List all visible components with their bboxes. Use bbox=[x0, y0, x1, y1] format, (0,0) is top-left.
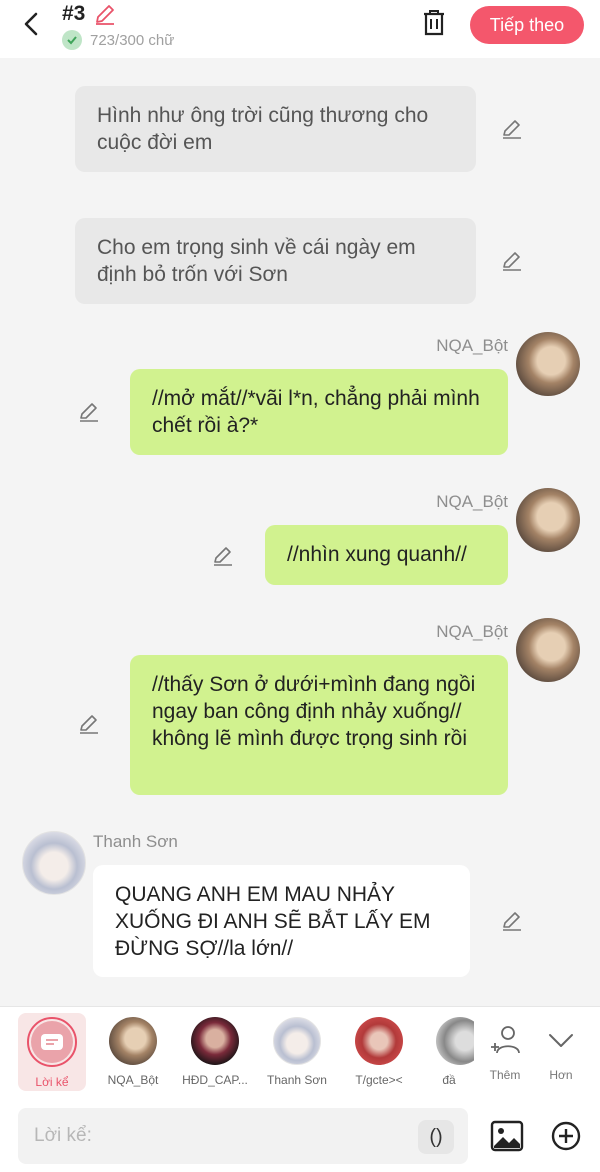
add-character-button[interactable]: Thêm bbox=[482, 1023, 528, 1082]
avatar bbox=[109, 1017, 157, 1065]
avatar bbox=[355, 1017, 403, 1065]
trash-icon[interactable] bbox=[420, 8, 448, 38]
narration-icon bbox=[31, 1021, 73, 1063]
chevron-down-icon bbox=[549, 1034, 573, 1047]
message-input[interactable] bbox=[18, 1108, 468, 1164]
chat-area: Hình như ông trời cũng thương cho cuộc đ… bbox=[0, 58, 600, 1006]
back-arrow-icon[interactable] bbox=[18, 10, 46, 38]
avatar bbox=[516, 332, 580, 396]
character-label: NQA_Bột bbox=[107, 1073, 159, 1087]
word-count: 723/300 chữ bbox=[90, 31, 175, 49]
narration-bubble[interactable]: Hình như ông trời cũng thương cho cuộc đ… bbox=[75, 86, 476, 172]
character-narration[interactable]: Lời kể bbox=[18, 1013, 86, 1091]
own-message-bubble[interactable]: //mở mắt//*vãi l*n, chẳng phải mình chết… bbox=[130, 369, 508, 455]
add-person-icon bbox=[491, 1026, 520, 1054]
plus-circle-icon[interactable] bbox=[550, 1120, 582, 1152]
avatar bbox=[273, 1017, 321, 1065]
own-message-bubble[interactable]: //thấy Sơn ở dưới+mình đang ngồi ngay ba… bbox=[130, 655, 508, 795]
avatar bbox=[436, 1017, 474, 1065]
avatar bbox=[191, 1017, 239, 1065]
character-item[interactable]: Thanh Sơn bbox=[260, 1013, 334, 1087]
character-label: HĐD_CAP... bbox=[182, 1073, 248, 1087]
edit-message-icon[interactable] bbox=[500, 909, 524, 933]
character-item[interactable]: HĐD_CAP... bbox=[178, 1013, 252, 1087]
image-icon[interactable] bbox=[490, 1120, 524, 1152]
character-bar: Lời kể NQA_Bột HĐD_CAP... Thanh Sơn T/gc… bbox=[0, 1006, 600, 1098]
avatar bbox=[516, 488, 580, 552]
character-label: T/gcte>< bbox=[355, 1073, 403, 1087]
sender-name: NQA_Bột bbox=[436, 336, 508, 355]
more-label: Hơn bbox=[549, 1068, 573, 1082]
character-item[interactable]: đầ bbox=[424, 1013, 474, 1087]
word-count-row: 723/300 chữ bbox=[62, 30, 174, 50]
narration-bubble[interactable]: Cho em trọng sinh về cái ngày em định bỏ… bbox=[75, 218, 476, 304]
edit-message-icon[interactable] bbox=[500, 249, 524, 273]
other-message-bubble[interactable]: QUANG ANH EM MAU NHẢY XUỐNG ĐI ANH SẼ BẮ… bbox=[93, 865, 470, 977]
character-item[interactable]: T/gcte>< bbox=[342, 1013, 416, 1087]
top-bar: #3 723/300 chữ Tiếp theo bbox=[0, 0, 600, 58]
input-bar: () bbox=[0, 1098, 600, 1172]
sender-name: Thanh Sơn bbox=[93, 832, 178, 851]
edit-message-icon[interactable] bbox=[211, 544, 235, 568]
action-paren-button[interactable]: () bbox=[418, 1120, 454, 1154]
character-label: Thanh Sơn bbox=[267, 1073, 327, 1087]
add-character-label: Thêm bbox=[489, 1068, 521, 1082]
next-button[interactable]: Tiếp theo bbox=[470, 6, 584, 44]
chapter-number: #3 bbox=[62, 2, 86, 25]
sender-name: NQA_Bột bbox=[436, 492, 508, 511]
edit-message-icon[interactable] bbox=[77, 400, 101, 424]
edit-message-icon[interactable] bbox=[500, 117, 524, 141]
more-button[interactable]: Hơn bbox=[538, 1023, 584, 1082]
avatar bbox=[22, 831, 86, 895]
avatar bbox=[516, 618, 580, 682]
edit-message-icon[interactable] bbox=[77, 712, 101, 736]
check-icon bbox=[62, 30, 82, 50]
sender-name: NQA_Bột bbox=[436, 622, 508, 641]
character-label: Lời kể bbox=[35, 1075, 69, 1089]
own-message-bubble[interactable]: //nhìn xung quanh// bbox=[265, 525, 508, 585]
character-label: đầ bbox=[442, 1073, 456, 1087]
character-item[interactable]: NQA_Bột bbox=[96, 1013, 170, 1087]
edit-title-icon[interactable] bbox=[93, 2, 117, 26]
